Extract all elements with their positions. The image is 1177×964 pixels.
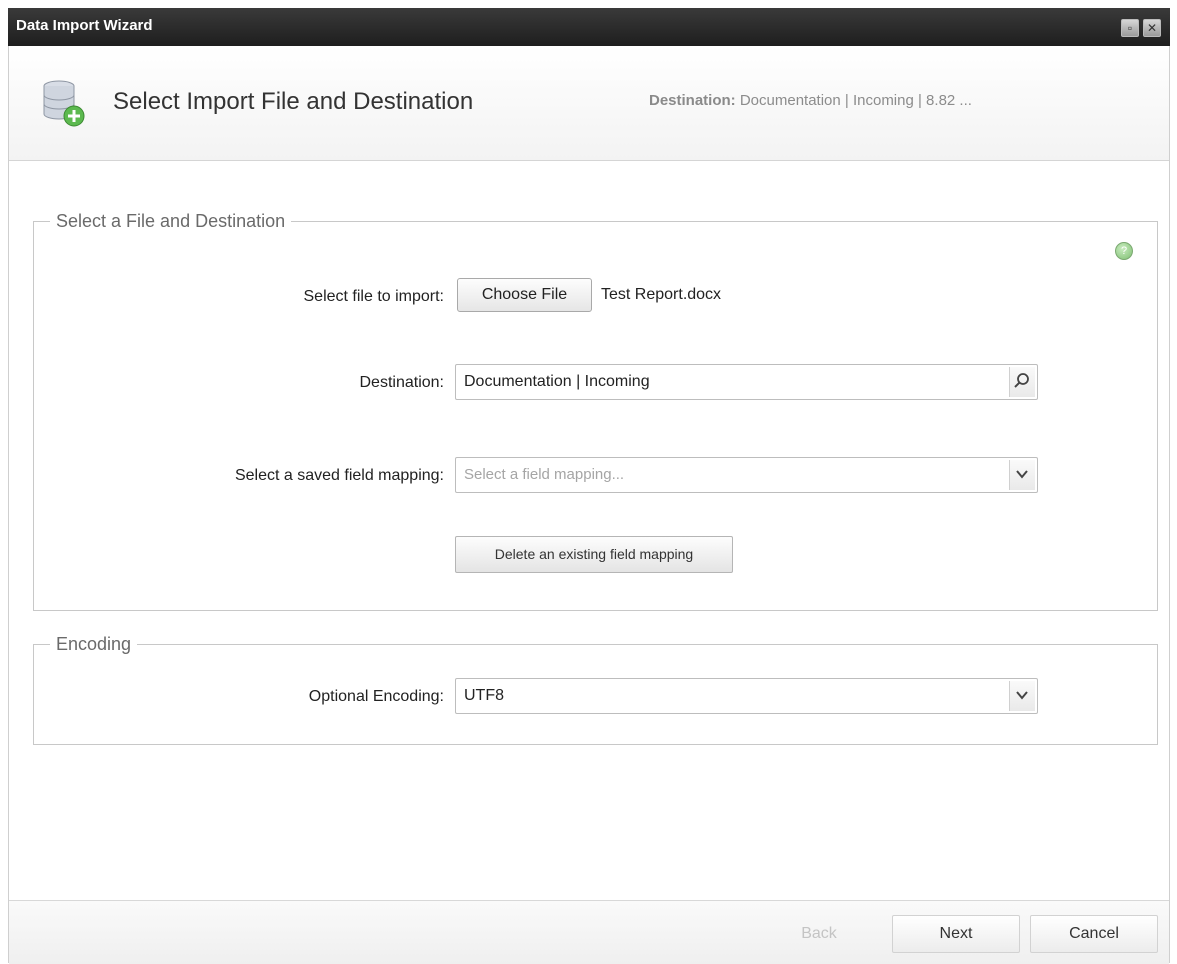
chevron-down-icon[interactable] (1009, 681, 1035, 711)
wizard-footer: Back Next Cancel (9, 900, 1169, 964)
page-title: Select Import File and Destination (113, 88, 474, 115)
header-destination-label: Destination: (649, 92, 736, 109)
encoding-value: UTF8 (464, 687, 504, 704)
cancel-button[interactable]: Cancel (1030, 915, 1158, 953)
file-label: Select file to import: (303, 288, 445, 305)
header-destination-value: Documentation | Incoming | 8.82 ... (735, 92, 972, 109)
chevron-down-icon[interactable] (1009, 460, 1035, 490)
wizard-dialog: Select Import File and Destination Desti… (8, 46, 1170, 964)
file-destination-legend: Select a File and Destination (56, 211, 286, 231)
search-icon[interactable] (1009, 367, 1035, 397)
destination-value: Documentation | Incoming (464, 373, 650, 390)
encoding-label: Optional Encoding: (308, 688, 444, 705)
field-mapping-placeholder: Select a field mapping... (464, 466, 625, 483)
encoding-select[interactable]: UTF8 (455, 678, 1038, 714)
field-mapping-select[interactable]: Select a field mapping... (455, 457, 1038, 493)
help-icon[interactable]: ? (1115, 242, 1133, 260)
destination-label: Destination: (359, 374, 445, 391)
choose-file-button[interactable]: Choose File (457, 278, 592, 312)
back-button[interactable]: Back (759, 915, 879, 953)
window-titlebar: Data Import Wizard ▫ ✕ (8, 8, 1170, 46)
destination-field[interactable]: Documentation | Incoming (455, 364, 1038, 400)
window-title: Data Import Wizard (16, 17, 153, 34)
mapping-label: Select a saved field mapping: (234, 467, 444, 484)
close-icon[interactable]: ✕ (1143, 19, 1161, 37)
wizard-header: Select Import File and Destination Desti… (9, 46, 1169, 161)
file-name: Test Report.docx (601, 286, 722, 303)
database-add-icon (43, 80, 85, 127)
encoding-legend: Encoding (56, 634, 132, 654)
pin-icon[interactable]: ▫ (1121, 19, 1139, 37)
header-destination: Destination: Documentation | Incoming | … (649, 92, 972, 109)
delete-mapping-button[interactable]: Delete an existing field mapping (455, 536, 733, 573)
next-button[interactable]: Next (892, 915, 1020, 953)
